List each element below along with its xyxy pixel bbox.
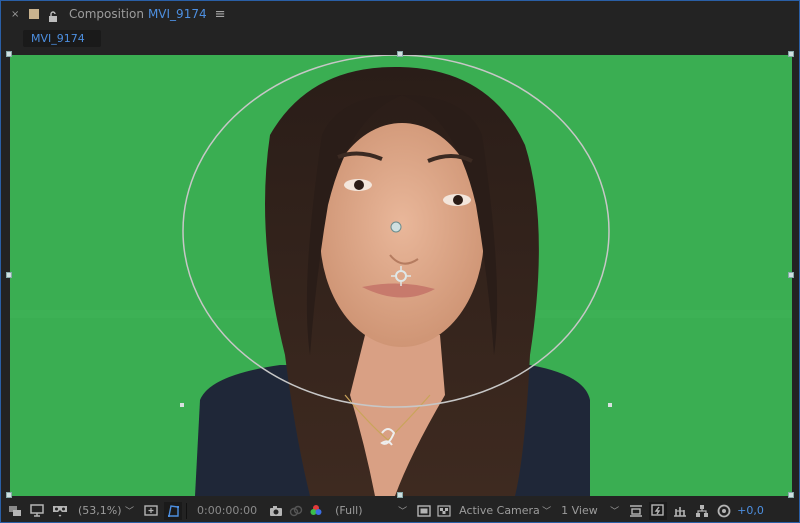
viewer-canvas [10, 55, 792, 496]
magnification-value: (53,1%) [78, 504, 122, 517]
chevron-down-icon: ﹀ [398, 507, 408, 517]
show-snapshot-icon[interactable] [289, 502, 303, 520]
composition-panel: × Composition MVI_9174 ≡ MVI_9174 (53,1%… [0, 0, 800, 523]
mask-visibility-icon[interactable] [164, 501, 182, 520]
label-color-swatch[interactable] [29, 9, 39, 19]
views-dropdown[interactable]: 1 View ﹀ [561, 504, 619, 517]
composition-viewer[interactable] [10, 55, 792, 496]
iris-left [354, 180, 364, 190]
transparency-grid-icon[interactable] [437, 502, 451, 520]
always-preview-icon[interactable] [8, 502, 22, 520]
panel-title: Composition [69, 7, 144, 21]
layer-handle-bottom-left[interactable] [6, 492, 12, 498]
resolution-value: (Full) [335, 504, 363, 517]
toolbar-divider [186, 502, 187, 519]
viewer-toolbar: (53,1%) ﹀ 0:00:00:00 (Full) ﹀ Active Cam… [1, 499, 799, 522]
layer-handle-bottom-center[interactable] [397, 492, 403, 498]
pixel-aspect-icon[interactable] [629, 502, 643, 520]
region-of-interest-icon[interactable] [417, 502, 431, 520]
composition-tab[interactable]: MVI_9174 [23, 30, 101, 47]
color-channels-icon[interactable] [309, 502, 323, 520]
flowchart-icon[interactable] [695, 502, 709, 520]
layer-handle-middle-right[interactable] [788, 272, 794, 278]
camera-dropdown[interactable]: Active Camera ﹀ [459, 504, 551, 517]
current-time-display[interactable]: 0:00:00:00 [197, 504, 257, 517]
resolution-dropdown[interactable]: (Full) ﹀ [335, 504, 407, 517]
layer-handle-top-right[interactable] [788, 51, 794, 57]
panel-menu-icon[interactable]: ≡ [215, 7, 226, 22]
fast-previews-icon[interactable] [649, 501, 668, 520]
layer-handle-top-left[interactable] [6, 51, 12, 57]
exposure-value[interactable]: +0,0 [737, 504, 764, 517]
composition-tab-row: MVI_9174 [1, 27, 799, 51]
mask-handle-bottom-right[interactable] [608, 403, 612, 407]
magnification-dropdown[interactable]: (53,1%) ﹀ [78, 504, 134, 517]
camera-value: Active Camera [459, 504, 540, 517]
layer-handle-bottom-right[interactable] [788, 492, 794, 498]
composition-name[interactable]: MVI_9174 [148, 7, 207, 21]
views-value: 1 View [561, 504, 598, 517]
close-panel-button[interactable]: × [11, 9, 23, 20]
iris-right [453, 195, 463, 205]
mask-handle-bottom-left[interactable] [180, 403, 184, 407]
chevron-down-icon: ﹀ [610, 507, 620, 517]
grid-guides-icon[interactable] [144, 502, 158, 520]
layer-handle-middle-left[interactable] [6, 272, 12, 278]
timeline-icon[interactable] [673, 502, 687, 520]
chevron-down-icon: ﹀ [542, 507, 552, 517]
monitor-icon[interactable] [30, 502, 44, 520]
lock-icon[interactable] [47, 8, 59, 22]
anchor-point-icon[interactable] [390, 221, 402, 233]
chevron-down-icon: ﹀ [124, 507, 134, 517]
layer-handle-top-center[interactable] [397, 51, 403, 57]
snapshot-camera-icon[interactable] [269, 502, 283, 520]
reset-exposure-icon[interactable] [717, 502, 731, 520]
vr-goggles-icon[interactable] [52, 502, 68, 520]
panel-titlebar: × Composition MVI_9174 ≡ [1, 1, 799, 27]
